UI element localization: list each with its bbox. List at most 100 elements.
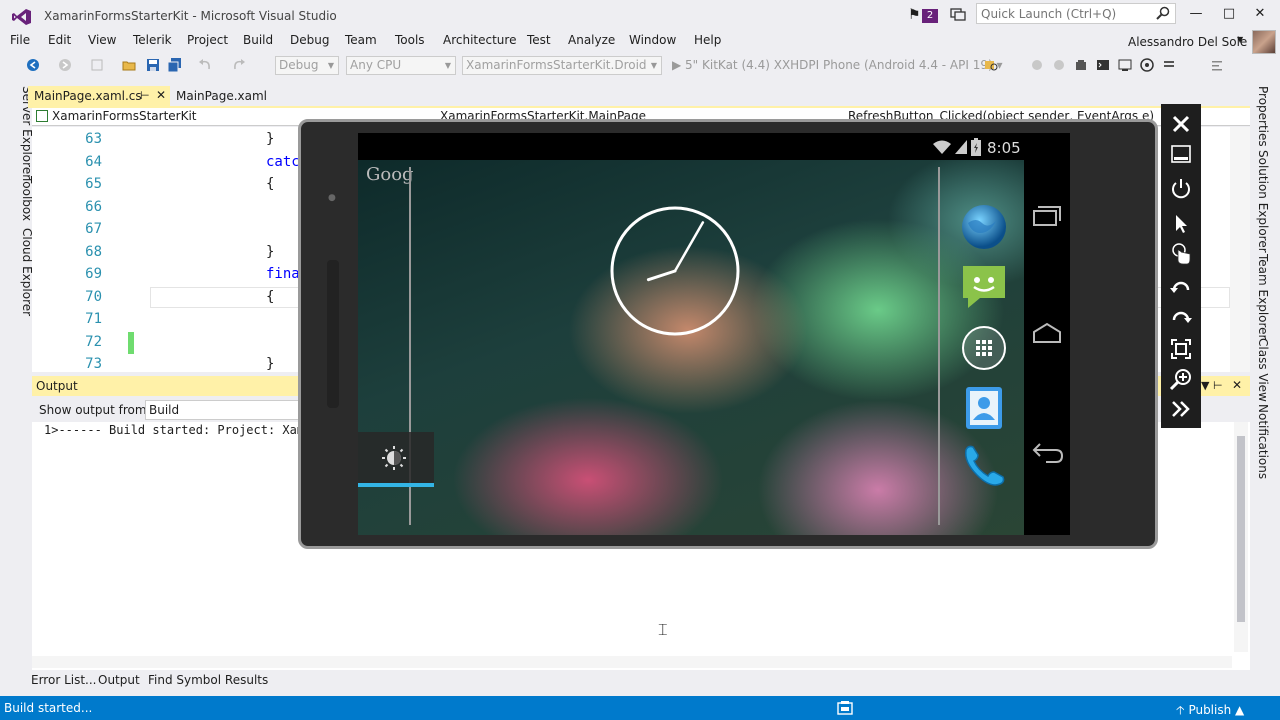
- navigate-back-icon[interactable]: [26, 58, 40, 72]
- run-target-button[interactable]: ▶ 5" KitKat (4.4) XXHDPI Phone (Android …: [672, 58, 1003, 72]
- back-icon[interactable]: [1032, 440, 1064, 464]
- pin-icon[interactable]: ⊢: [140, 89, 150, 102]
- device-monitor-icon[interactable]: [1118, 58, 1132, 72]
- android-device-icon[interactable]: [1074, 58, 1088, 72]
- maximize-button[interactable]: □: [1215, 4, 1243, 24]
- emulator-close-icon[interactable]: [1169, 112, 1193, 136]
- code-line[interactable]: fina: [266, 266, 300, 282]
- new-project-icon[interactable]: [90, 58, 104, 72]
- power-icon[interactable]: [1169, 177, 1193, 201]
- notification-count-badge[interactable]: 2: [922, 9, 938, 23]
- menu-analyze[interactable]: Analyze: [568, 33, 615, 47]
- code-line[interactable]: {: [266, 176, 274, 192]
- team-explorer-tab[interactable]: Team Explorer: [1256, 254, 1270, 340]
- rotate-left-icon[interactable]: [1169, 277, 1193, 301]
- touch-tool-icon[interactable]: [1169, 242, 1193, 266]
- brightness-widget[interactable]: [358, 432, 434, 484]
- undo-icon[interactable]: [198, 58, 212, 72]
- menu-architecture[interactable]: Architecture: [443, 33, 516, 47]
- contacts-icon[interactable]: [960, 384, 1008, 432]
- scrollbar-thumb[interactable]: [1237, 436, 1245, 622]
- app-drawer-icon[interactable]: [960, 324, 1008, 372]
- stop-icon[interactable]: [1052, 58, 1066, 72]
- menu-help[interactable]: Help: [694, 33, 721, 47]
- menu-debug[interactable]: Debug: [290, 33, 329, 47]
- menu-build[interactable]: Build: [243, 33, 273, 47]
- menu-team[interactable]: Team: [345, 33, 377, 47]
- minimize-button[interactable]: —: [1182, 4, 1210, 24]
- quick-launch-input[interactable]: [977, 4, 1152, 23]
- close-button[interactable]: ✕: [1246, 4, 1274, 24]
- output-panel-title: Output: [36, 379, 78, 393]
- menu-project[interactable]: Project: [187, 33, 228, 47]
- tab-mainpage-xaml[interactable]: MainPage.xaml: [176, 89, 267, 103]
- code-line[interactable]: }: [266, 356, 274, 372]
- emulator-minimize-icon[interactable]: [1169, 142, 1193, 166]
- analog-clock-widget[interactable]: [609, 205, 741, 337]
- code-line[interactable]: }: [266, 131, 274, 147]
- brightness-icon[interactable]: [382, 446, 406, 470]
- toolbar-options-icon[interactable]: [1162, 58, 1176, 72]
- menu-window[interactable]: Window: [629, 33, 676, 47]
- menu-file[interactable]: File: [10, 33, 30, 47]
- tab-output[interactable]: Output: [98, 673, 140, 687]
- tab-mainpage-xaml-cs[interactable]: MainPage.xaml.cs ⊢ ✕: [28, 86, 170, 106]
- more-tools-icon[interactable]: [1169, 397, 1193, 421]
- solution-explorer-tab[interactable]: Solution Explorer: [1256, 150, 1270, 253]
- notifications-flag-icon[interactable]: ⚑: [908, 7, 921, 23]
- class-view-tab[interactable]: Class View: [1256, 338, 1270, 402]
- signed-in-user-name[interactable]: Alessandro Del Sole: [1128, 35, 1247, 49]
- google-search-bar[interactable]: Goog: [366, 164, 414, 185]
- quick-launch-box[interactable]: [976, 3, 1176, 24]
- chevron-down-icon[interactable]: ▼: [1237, 35, 1243, 44]
- line-number: 64: [85, 154, 102, 170]
- cloud-explorer-tab[interactable]: Cloud Explorer: [6, 228, 34, 316]
- tab-error-list[interactable]: Error List...: [31, 673, 96, 687]
- redo-icon[interactable]: [232, 58, 246, 72]
- solution-platform-dropdown[interactable]: Any CPU ▼: [346, 56, 456, 75]
- browser-globe-icon[interactable]: [960, 203, 1008, 251]
- breakpoint-icon[interactable]: [1030, 58, 1044, 72]
- solution-configuration-dropdown[interactable]: Debug ▼: [275, 56, 339, 75]
- recent-apps-icon[interactable]: [1032, 205, 1062, 227]
- pointer-tool-icon[interactable]: [1169, 212, 1193, 236]
- format-icon[interactable]: [1210, 58, 1224, 72]
- sdk-manager-icon[interactable]: [1140, 58, 1154, 72]
- pin-icon[interactable]: ▼ ⊢: [1201, 379, 1223, 392]
- find-in-files-icon[interactable]: [984, 58, 998, 72]
- notifications-tab[interactable]: Notifications: [1256, 404, 1270, 479]
- publish-button[interactable]: 🡡 Publish ▲: [1176, 701, 1244, 720]
- startup-project-dropdown[interactable]: XamarinFormsStarterKit.Droid ▼: [462, 56, 662, 75]
- menu-telerik[interactable]: Telerik: [133, 33, 172, 47]
- tab-find-symbol-results[interactable]: Find Symbol Results: [148, 673, 268, 687]
- messaging-icon[interactable]: [960, 262, 1008, 310]
- phone-dialer-icon[interactable]: [960, 442, 1008, 490]
- search-icon[interactable]: [1156, 6, 1170, 20]
- terminal-icon[interactable]: [1096, 58, 1110, 72]
- save-icon[interactable]: [146, 58, 160, 72]
- menu-view[interactable]: View: [88, 33, 116, 47]
- close-icon[interactable]: ✕: [1232, 378, 1242, 392]
- line-number: 63: [85, 131, 102, 147]
- save-all-icon[interactable]: [168, 58, 182, 72]
- editor-vertical-scrollbar[interactable]: [1230, 127, 1250, 372]
- open-file-icon[interactable]: [122, 58, 136, 72]
- rotate-right-icon[interactable]: [1169, 307, 1193, 331]
- toolbox-tab[interactable]: Toolbox: [6, 176, 34, 221]
- home-icon[interactable]: [1032, 322, 1062, 344]
- code-line[interactable]: }: [266, 244, 274, 260]
- zoom-icon[interactable]: [1169, 367, 1193, 391]
- feedback-icon[interactable]: [950, 6, 966, 22]
- close-tab-icon[interactable]: ✕: [156, 88, 166, 102]
- menu-tools[interactable]: Tools: [395, 33, 425, 47]
- avatar[interactable]: [1252, 30, 1276, 54]
- output-source-dropdown[interactable]: Build: [145, 400, 305, 420]
- menu-test[interactable]: Test: [527, 33, 551, 47]
- fit-to-screen-icon[interactable]: [1169, 337, 1193, 361]
- menu-edit[interactable]: Edit: [48, 33, 71, 47]
- code-line[interactable]: {: [266, 289, 274, 305]
- properties-tab[interactable]: Properties: [1256, 86, 1270, 147]
- output-horizontal-scrollbar[interactable]: [32, 656, 1232, 668]
- code-line[interactable]: catc: [266, 154, 300, 170]
- navigate-forward-icon[interactable]: [58, 58, 72, 72]
